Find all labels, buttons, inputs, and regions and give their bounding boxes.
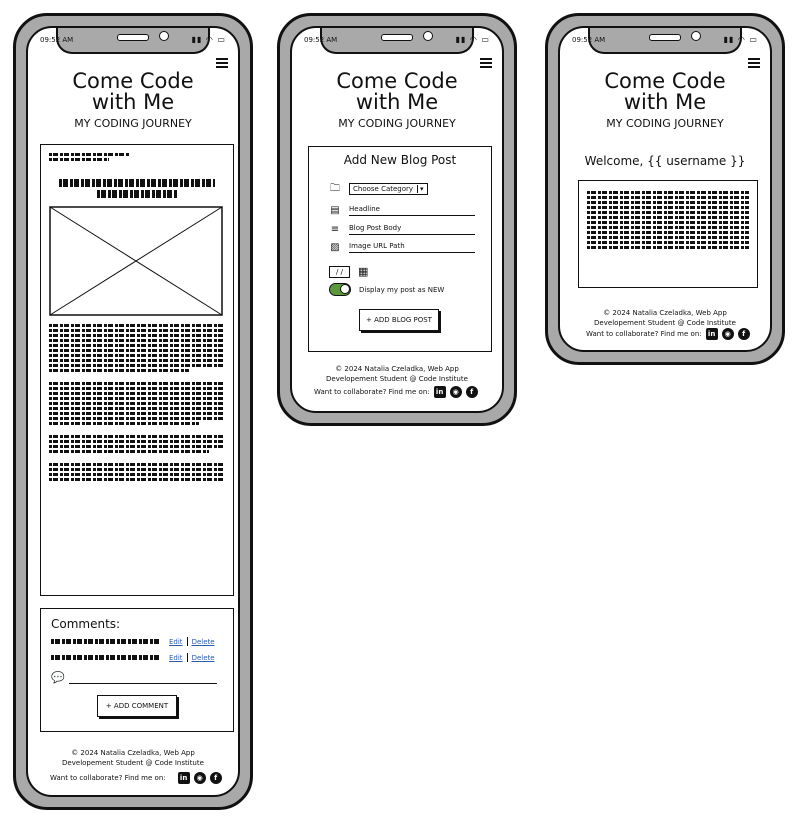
footer-line2: Developement Student @ Code Institute — [62, 759, 204, 767]
linkedin-icon[interactable]: in — [177, 772, 190, 784]
welcome-content-box — [578, 180, 758, 288]
site-subtitle: MY CODING JOURNEY — [606, 117, 724, 130]
newspaper-icon: ▤ — [330, 205, 340, 216]
comment-row: Edit Delete — [51, 637, 227, 646]
screen-post: 09:52 AM ▮▮ ◠ ▭ Come Code with Me MY COD… — [26, 26, 240, 797]
linkedin-icon[interactable]: in — [433, 386, 446, 398]
delete-link[interactable]: Delete — [192, 638, 215, 646]
collab-row: Want to collaborate? Find me on: in ◉ f — [314, 386, 478, 398]
menu-icon[interactable] — [480, 56, 492, 70]
status-icons: ▮▮ ◠ ▭ — [723, 35, 758, 44]
notch — [320, 28, 474, 54]
collab-text: Want to collaborate? Find me on: — [314, 388, 430, 396]
site-title-line2: with Me — [91, 90, 175, 114]
site-title-line1: Come Code — [72, 69, 194, 93]
menu-icon[interactable] — [216, 56, 228, 70]
post-title-scribble — [59, 179, 215, 198]
edit-link[interactable]: Edit — [169, 654, 183, 662]
footer-line1: © 2024 Natalia Czeladka, Web App — [335, 365, 459, 373]
facebook-icon[interactable]: f — [737, 328, 750, 340]
text-lines-icon: ≡ — [330, 224, 340, 235]
site-title-line2: with Me — [355, 90, 439, 114]
status-icons: ▮▮ ◠ ▭ — [455, 35, 490, 44]
phone-form: 09:52 AM ▮▮ ◠ ▭ Come Code with Me MY COD… — [277, 13, 517, 426]
status-time: 09:52 AM — [304, 36, 338, 44]
site-subtitle: MY CODING JOURNEY — [74, 117, 192, 130]
date-input[interactable]: / / — [329, 265, 350, 278]
phone-post: 09:52 AM ▮▮ ◠ ▭ Come Code with Me MY COD… — [13, 13, 253, 810]
image-url-input[interactable]: Image URL Path — [349, 242, 475, 253]
screen-form: 09:52 AM ▮▮ ◠ ▭ Come Code with Me MY COD… — [290, 26, 504, 413]
edit-link[interactable]: Edit — [169, 638, 183, 646]
new-toggle-label: Display my post as NEW — [359, 285, 445, 294]
add-blog-post-button[interactable]: + ADD BLOG POST — [359, 309, 439, 331]
status-icons: ▮▮ ◠ ▭ — [191, 35, 226, 44]
status-time: 09:52 AM — [572, 36, 606, 44]
category-select-value: Choose Category — [353, 185, 414, 193]
footer: © 2024 Natalia Czeladka, Web App Develop… — [292, 364, 502, 384]
footer-line2: Developement Student @ Code Institute — [594, 319, 736, 327]
site-title-line1: Come Code — [336, 69, 458, 93]
add-comment-button[interactable]: + ADD COMMENT — [97, 695, 177, 717]
site-title: Come Code with Me — [28, 71, 238, 113]
comment-icon: 💬 — [51, 671, 65, 684]
category-select[interactable]: Choose Category ▾ — [349, 183, 428, 195]
github-icon[interactable]: ◉ — [721, 328, 734, 340]
comments-title: Comments: — [51, 617, 121, 631]
linkedin-icon[interactable]: in — [705, 328, 718, 340]
headline-input[interactable]: Headline — [349, 205, 475, 216]
collab-row: Want to collaborate? Find me on: in ◉ f — [50, 772, 222, 784]
facebook-icon[interactable]: f — [209, 772, 222, 784]
collab-text: Want to collaborate? Find me on: — [586, 330, 702, 338]
category-row: 🗀 Choose Category ▾ — [329, 183, 479, 195]
date-row: / / ▦ — [329, 265, 368, 278]
status-time: 09:52 AM — [40, 36, 74, 44]
github-icon[interactable]: ◉ — [193, 772, 206, 784]
body-row: ≡ Blog Post Body — [329, 224, 475, 235]
comments-section: Comments: Edit Delete Edit Delete 💬 + AD… — [40, 608, 234, 732]
add-post-form: Add New Blog Post 🗀 Choose Category ▾ ▤ … — [308, 146, 492, 352]
post-image-placeholder — [49, 206, 223, 316]
post-article — [40, 144, 234, 596]
toggle-knob — [340, 284, 350, 294]
collab-text: Want to collaborate? Find me on: — [50, 774, 166, 782]
screen-welcome: 09:52 AM ▮▮ ◠ ▭ Come Code with Me MY COD… — [558, 26, 772, 352]
footer: © 2024 Natalia Czeladka, Web App Develop… — [28, 748, 238, 768]
new-toggle[interactable] — [329, 283, 351, 296]
notch — [56, 28, 210, 54]
phone-welcome: 09:52 AM ▮▮ ◠ ▭ Come Code with Me MY COD… — [545, 13, 785, 365]
site-title-line2: with Me — [623, 90, 707, 114]
post-body-scribble — [49, 324, 225, 481]
image-icon: ▨ — [330, 242, 340, 253]
new-toggle-row: Display my post as NEW — [329, 283, 444, 296]
menu-icon[interactable] — [748, 56, 760, 70]
footer-line1: © 2024 Natalia Czeladka, Web App — [71, 749, 195, 757]
folder-icon: 🗀 — [330, 182, 340, 194]
site-title-line1: Come Code — [604, 69, 726, 93]
footer: © 2024 Natalia Czeladka, Web App Develop… — [560, 308, 770, 328]
image-row: ▨ Image URL Path — [329, 242, 475, 253]
site-title: Come Code with Me — [292, 71, 502, 113]
facebook-icon[interactable]: f — [465, 386, 478, 398]
body-input[interactable]: Blog Post Body — [349, 224, 475, 235]
footer-line2: Developement Student @ Code Institute — [326, 375, 468, 383]
footer-line1: © 2024 Natalia Czeladka, Web App — [603, 309, 727, 317]
notch — [588, 28, 742, 54]
comment-input[interactable] — [69, 683, 217, 684]
calendar-icon[interactable]: ▦ — [358, 265, 368, 278]
delete-link[interactable]: Delete — [192, 654, 215, 662]
comment-row: Edit Delete — [51, 653, 227, 662]
github-icon[interactable]: ◉ — [449, 386, 462, 398]
collab-row: Want to collaborate? Find me on: in ◉ f — [586, 328, 750, 340]
headline-row: ▤ Headline — [329, 205, 475, 216]
form-heading: Add New Blog Post — [343, 153, 457, 167]
site-subtitle: MY CODING JOURNEY — [338, 117, 456, 130]
welcome-text: Welcome, {{ username }} — [584, 154, 746, 168]
chevron-down-icon: ▾ — [417, 185, 424, 193]
site-title: Come Code with Me — [560, 71, 770, 113]
